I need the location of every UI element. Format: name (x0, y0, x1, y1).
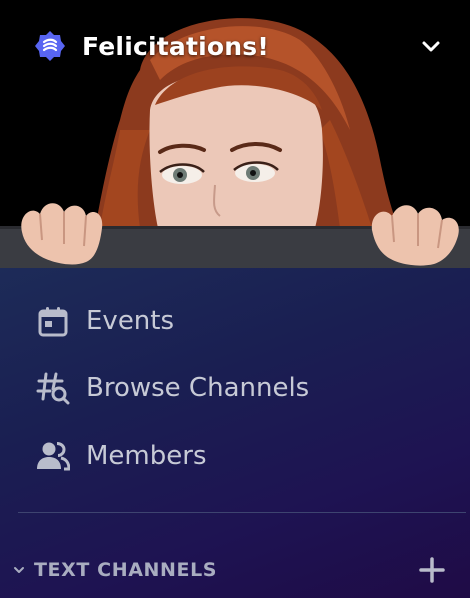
chevron-down-icon[interactable] (416, 31, 446, 61)
server-header[interactable]: Felicitations! (0, 0, 470, 92)
events-label: Events (86, 306, 175, 336)
channel-list: Events Browse Channels Members TEXT CHAN… (0, 268, 470, 598)
server-sidebar: Felicitations! Events Browse Channels Me… (0, 0, 470, 598)
members-item[interactable]: Members (0, 428, 470, 484)
browse-channels-icon (36, 371, 70, 405)
category-text-channels[interactable]: TEXT CHANNELS (0, 550, 470, 590)
browse-channels-label: Browse Channels (86, 373, 310, 403)
members-icon (36, 439, 70, 473)
server-banner: Felicitations! (0, 0, 470, 268)
category-label: TEXT CHANNELS (34, 559, 218, 581)
plus-icon[interactable] (418, 556, 446, 584)
events-item[interactable]: Events (0, 293, 470, 349)
server-name: Felicitations! (82, 31, 269, 61)
calendar-icon (36, 304, 70, 338)
divider (18, 512, 466, 513)
boost-badge-icon (35, 31, 65, 61)
browse-channels-item[interactable]: Browse Channels (0, 360, 470, 416)
chevron-down-icon[interactable] (10, 561, 28, 579)
members-label: Members (86, 441, 207, 471)
